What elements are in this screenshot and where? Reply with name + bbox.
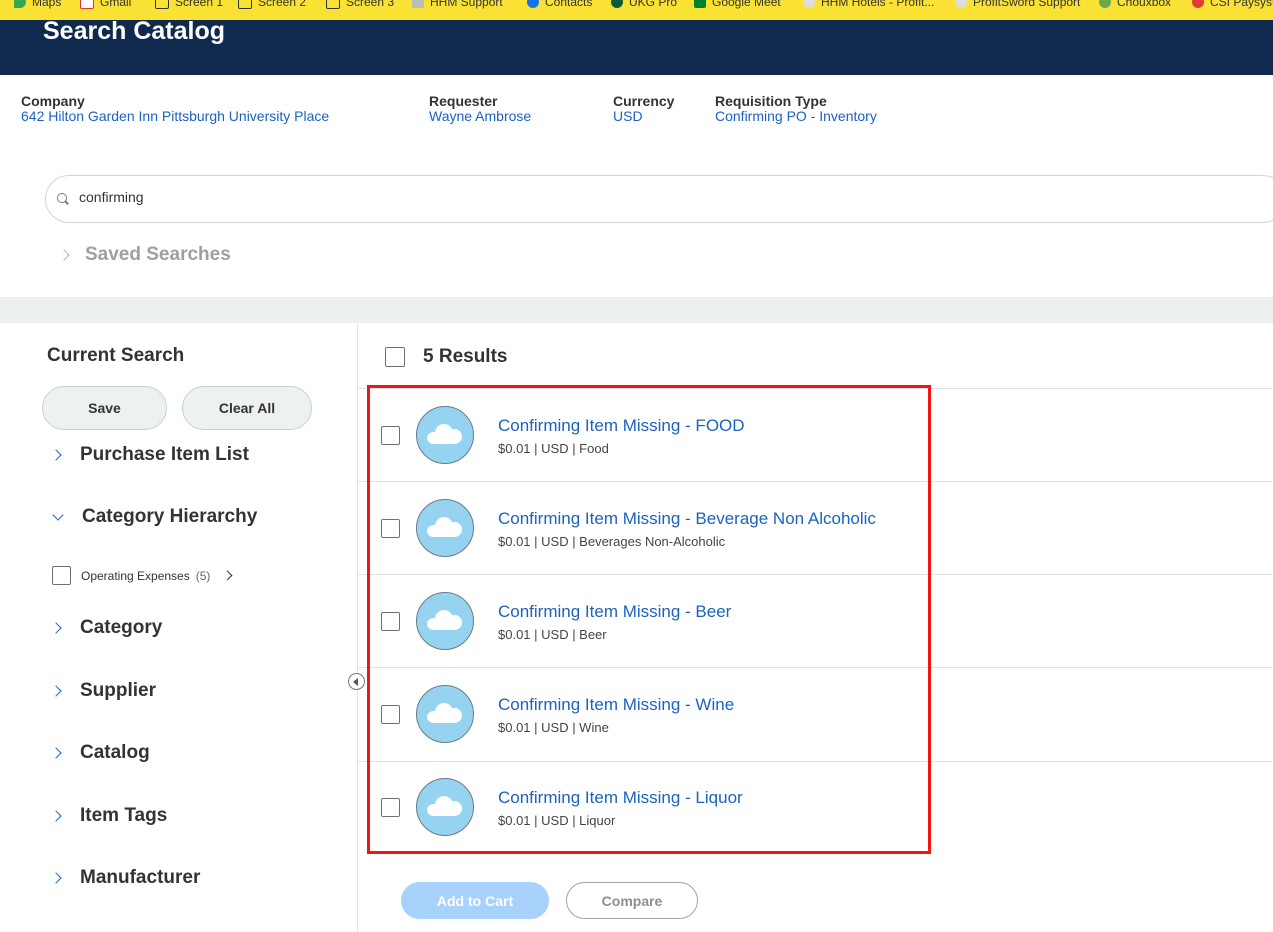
bookmark-label: UKG Pro [629, 0, 678, 9]
bookmark-csi-paysystems[interactable]: CSI Paysyste [1192, 0, 1273, 10]
requester-link[interactable]: Wayne Ambrose [429, 109, 531, 124]
bookmark-label: Google Meet [712, 0, 781, 9]
chevron-right-icon [58, 249, 70, 261]
bookmark-screen-3[interactable]: Screen 3 [326, 0, 394, 10]
select-all-checkbox[interactable] [385, 347, 405, 367]
bookmark-contacts[interactable]: Contacts [527, 0, 592, 10]
search-box[interactable] [45, 175, 1273, 223]
chevron-right-icon [50, 449, 62, 461]
bookmark-label: Gmail [100, 0, 132, 9]
bookmark-chouxbox[interactable]: Chouxbox [1099, 0, 1171, 10]
bookmark-label: Screen 3 [346, 0, 395, 9]
gmail-icon [80, 0, 94, 9]
facet-label: Catalog [80, 742, 150, 763]
category-option-operating-expenses: Operating Expenses (5) [52, 566, 233, 585]
bookmark-google-meet[interactable]: Google Meet [694, 0, 781, 10]
facet-label: Category Hierarchy [82, 506, 258, 527]
bookmark-label: Chouxbox [1117, 0, 1172, 9]
option-count: (5) [195, 568, 211, 583]
search-icon [57, 193, 67, 203]
contacts-icon [527, 0, 539, 8]
chevron-right-icon[interactable] [222, 570, 233, 581]
page-header: Search Catalog [0, 17, 1273, 75]
chevron-right-icon [50, 685, 62, 697]
chevron-down-icon [52, 508, 64, 521]
highlight-annotation [367, 385, 931, 854]
bookmark-label: CSI Paysyste [1210, 0, 1273, 9]
facet-catalog[interactable]: Catalog [50, 742, 150, 764]
facet-item-tags[interactable]: Item Tags [50, 805, 168, 827]
folder-icon [238, 0, 252, 9]
option-label: Operating Expenses [81, 568, 190, 583]
folder-icon [326, 0, 340, 9]
facet-label: Item Tags [80, 805, 168, 826]
facet-label: Supplier [80, 680, 157, 701]
hhm-icon [412, 0, 424, 8]
requisition-type-link[interactable]: Confirming PO - Inventory [715, 109, 877, 124]
facet-manufacturer[interactable]: Manufacturer [50, 867, 201, 889]
bookmark-label: ProfitSword Support [973, 0, 1081, 9]
company-link[interactable]: 642 Hilton Garden Inn Pittsburgh Univers… [21, 109, 329, 124]
bookmark-label: Contacts [545, 0, 593, 9]
folder-icon [155, 0, 169, 9]
chevron-right-icon [50, 810, 62, 822]
results-count: 5 Results [423, 346, 508, 367]
add-to-cart-button[interactable]: Add to Cart [401, 882, 549, 919]
csi-icon [1192, 0, 1204, 8]
search-input[interactable] [77, 188, 681, 206]
requisition-type-label: Requisition Type [715, 93, 827, 109]
facet-label: Category [80, 617, 163, 638]
bookmark-screen-2[interactable]: Screen 2 [238, 0, 306, 10]
ukg-icon [611, 0, 623, 8]
currency-link[interactable]: USD [613, 109, 674, 124]
facet-label: Purchase Item List [80, 444, 249, 465]
bookmark-gmail[interactable]: Gmail [80, 0, 131, 10]
maps-icon [14, 0, 26, 8]
bookmark-label: Maps [32, 0, 62, 9]
page-title: Search Catalog [43, 17, 226, 45]
chevron-right-icon [50, 747, 62, 759]
bookmark-ukg-pro[interactable]: UKG Pro [611, 0, 677, 10]
profitsword-icon [955, 0, 967, 8]
bookmark-maps[interactable]: Maps [14, 0, 61, 10]
bookmark-label: HHM Support [430, 0, 503, 9]
facet-supplier[interactable]: Supplier [50, 680, 157, 702]
operating-expenses-checkbox[interactable] [52, 566, 71, 585]
compare-button[interactable]: Compare [566, 882, 698, 919]
chouxbox-icon [1099, 0, 1111, 8]
section-divider [0, 297, 1273, 323]
bookmark-screen-1[interactable]: Screen 1 [155, 0, 223, 10]
facet-category[interactable]: Category [50, 617, 163, 639]
saved-searches-label: Saved Searches [85, 244, 231, 265]
bookmark-hhm-support[interactable]: HHM Support [412, 0, 503, 10]
saved-searches-toggle[interactable]: Saved Searches [58, 244, 231, 266]
currency-info: Currency USD [613, 94, 674, 124]
currency-label: Currency [613, 93, 675, 109]
requester-info: Requester Wayne Ambrose [429, 94, 531, 124]
facet-category-hierarchy[interactable]: Category Hierarchy [52, 506, 257, 528]
clear-all-button[interactable]: Clear All [182, 386, 312, 430]
facet-purchase-item-list[interactable]: Purchase Item List [50, 444, 249, 466]
bookmark-label: Screen 1 [175, 0, 224, 9]
bookmark-label: HHM Hotels - Profit... [821, 0, 935, 9]
requisition-type-info: Requisition Type Confirming PO - Invento… [715, 94, 877, 124]
chevron-right-icon [50, 872, 62, 884]
company-label: Company [21, 93, 85, 109]
bookmark-hhm-hotels[interactable]: HHM Hotels - Profit... [803, 0, 934, 10]
current-search-title: Current Search [47, 345, 185, 366]
facet-label: Manufacturer [80, 867, 201, 888]
hhm-hotels-icon [803, 0, 815, 8]
save-button[interactable]: Save [42, 386, 167, 430]
bookmark-label: Screen 2 [258, 0, 307, 9]
meet-icon [694, 0, 706, 8]
requester-label: Requester [429, 93, 498, 109]
company-info: Company 642 Hilton Garden Inn Pittsburgh… [21, 94, 329, 124]
chevron-right-icon [50, 622, 62, 634]
bookmark-profitsword[interactable]: ProfitSword Support [955, 0, 1080, 10]
results-header: 5 Results [385, 346, 507, 368]
